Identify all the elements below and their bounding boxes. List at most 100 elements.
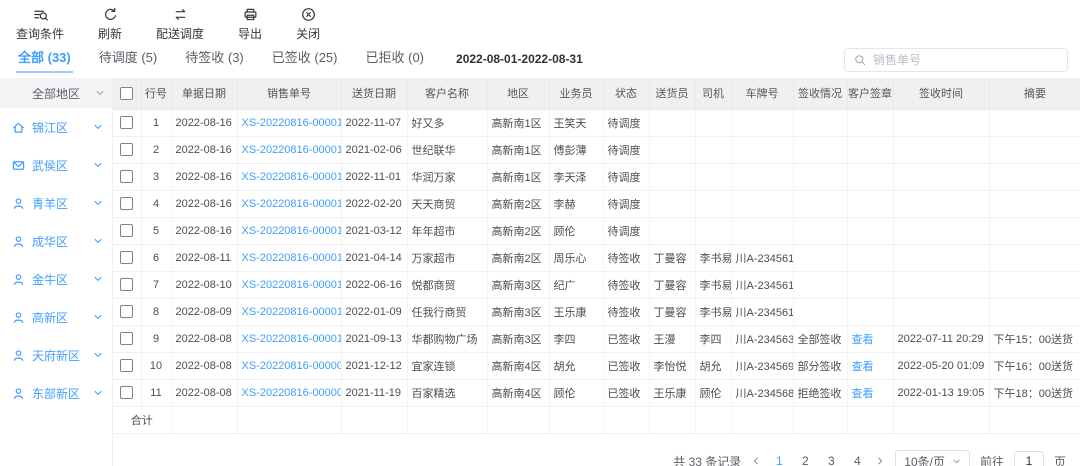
cell-summary [989,109,1080,136]
sales-order-link[interactable]: XS-20220816-000014 [242,225,342,237]
row-checkbox[interactable] [120,116,133,129]
cell-customer: 年年超市 [407,217,487,244]
cell-sign-time [893,271,989,298]
row-checkbox[interactable] [120,386,133,399]
row-checkbox[interactable] [120,305,133,318]
tab-rejected[interactable]: 已拒收 (0) [364,45,427,73]
sidebar-item-region-gaoxin[interactable]: 高新区 [0,298,112,336]
cell-sales-no: XS-20220816-000009 [237,352,341,379]
next-page-button[interactable] [875,456,885,466]
cell-salesperson: 李四 [549,325,603,352]
table-row: 112022-08-08XS-20220816-0000082021-11-19… [113,379,1080,406]
cell-row-no: 11 [141,379,171,406]
region-filter-header[interactable]: 全部地区 [0,78,112,108]
row-checkbox[interactable] [120,251,133,264]
table-row: 72022-08-10XS-20220816-0000122022-06-16悦… [113,271,1080,298]
person-icon [12,273,25,286]
cell-doc-date: 2022-08-16 [171,136,237,163]
prev-page-button[interactable] [751,456,761,466]
cell-customer: 悦都商贸 [407,271,487,298]
tab-pending-dispatch[interactable]: 待调度 (5) [97,45,160,73]
view-signature-link[interactable]: 查看 [852,388,874,400]
view-signature-link[interactable]: 查看 [852,334,874,346]
goto-page-input[interactable] [1014,451,1044,466]
sidebar-item-region-tianfu[interactable]: 天府新区 [0,336,112,374]
page-button-3[interactable]: 3 [823,454,839,466]
cell-sign-action [847,163,893,190]
page-size-select[interactable]: 10条/页 [895,450,970,466]
export-button-label: 导出 [238,25,262,42]
search-input[interactable] [873,53,1058,67]
cell-sign-time: 2022-05-20 01:09 [893,352,989,379]
sales-order-link[interactable]: XS-20220816-000008 [242,387,342,399]
chevron-down-icon [93,388,103,398]
page-button-4[interactable]: 4 [849,454,865,466]
view-signature-link[interactable]: 查看 [852,361,874,373]
sales-order-link[interactable]: XS-20220816-000016 [242,171,342,183]
sales-order-link[interactable]: XS-20220816-000011 [242,306,342,318]
tab-pending-sign[interactable]: 待签收 (3) [183,45,246,73]
row-checkbox[interactable] [120,332,133,345]
sidebar-item-label: 锦江区 [32,119,68,136]
select-all-checkbox[interactable] [120,87,133,100]
cell-customer: 任我行商贸 [407,298,487,325]
cell-summary [989,298,1080,325]
close-button[interactable]: 关闭 [296,7,320,42]
chevron-down-icon [93,198,103,208]
cell-row-no: 10 [141,352,171,379]
cell-deliverer: 丁曼容 [649,244,695,271]
chevron-down-icon [93,350,103,360]
row-checkbox[interactable] [120,197,133,210]
sidebar-item-region-qingyang[interactable]: 青羊区 [0,184,112,222]
sales-order-link[interactable]: XS-20220816-000018 [242,117,342,129]
sales-order-link[interactable]: XS-20220816-000013 [242,252,342,264]
tab-all[interactable]: 全部 (33) [16,45,73,73]
cell-status: 已签收 [603,379,649,406]
row-checkbox[interactable] [120,224,133,237]
sidebar-item-region-jinjiang[interactable]: 锦江区 [0,108,112,146]
sidebar-item-region-chenghua[interactable]: 成华区 [0,222,112,260]
dispatch-button[interactable]: 配送调度 [156,7,204,42]
cell-row-no: 3 [141,163,171,190]
page-button-2[interactable]: 2 [797,454,813,466]
sales-order-link[interactable]: XS-20220816-000015 [242,198,342,210]
checkbox-cell [113,244,141,271]
search-box[interactable] [844,48,1068,72]
row-checkbox[interactable] [120,170,133,183]
cell-region: 高新南2区 [487,217,549,244]
cell-deliverer [649,217,695,244]
sales-order-link[interactable]: XS-20220816-000009 [242,360,342,372]
column-header: 车牌号 [731,78,793,109]
cell-sign-action [847,298,893,325]
sidebar-item-label: 高新区 [32,309,68,326]
tab-signed[interactable]: 已签收 (25) [270,45,340,73]
row-checkbox[interactable] [120,359,133,372]
content: 全部地区 锦江区武侯区青羊区成华区金牛区高新区天府新区东部新区 行号单据日期销售… [0,78,1080,466]
export-button[interactable]: 导出 [238,7,262,42]
page-button-1[interactable]: 1 [771,454,787,466]
query-conditions-button[interactable]: 查询条件 [16,7,64,42]
cell-sign-action [847,244,893,271]
cell-delivery-date: 2021-04-14 [341,244,407,271]
cell-sales-no: XS-20220816-000015 [237,190,341,217]
cell-plate [731,217,793,244]
row-checkbox[interactable] [120,143,133,156]
cell-sign-time [893,163,989,190]
sidebar-item-label: 成华区 [32,233,68,250]
sidebar-item-region-wuhou[interactable]: 武侯区 [0,146,112,184]
cell-customer: 天天商贸 [407,190,487,217]
cell-summary [989,163,1080,190]
cell-sign-action [847,136,893,163]
sales-order-link[interactable]: XS-20220816-000010 [242,333,342,345]
sidebar-item-region-jinniu[interactable]: 金牛区 [0,260,112,298]
sidebar-item-region-dongbu[interactable]: 东部新区 [0,374,112,412]
select-all-header-cell [113,78,141,109]
sales-order-link[interactable]: XS-20220816-000017 [242,144,342,156]
refresh-button-label: 刷新 [98,25,122,42]
refresh-button[interactable]: 刷新 [98,7,122,42]
cell-region: 高新南4区 [487,352,549,379]
row-checkbox[interactable] [120,278,133,291]
sales-order-link[interactable]: XS-20220816-000012 [242,279,342,291]
cell-sign-time [893,109,989,136]
checkbox-cell [113,109,141,136]
